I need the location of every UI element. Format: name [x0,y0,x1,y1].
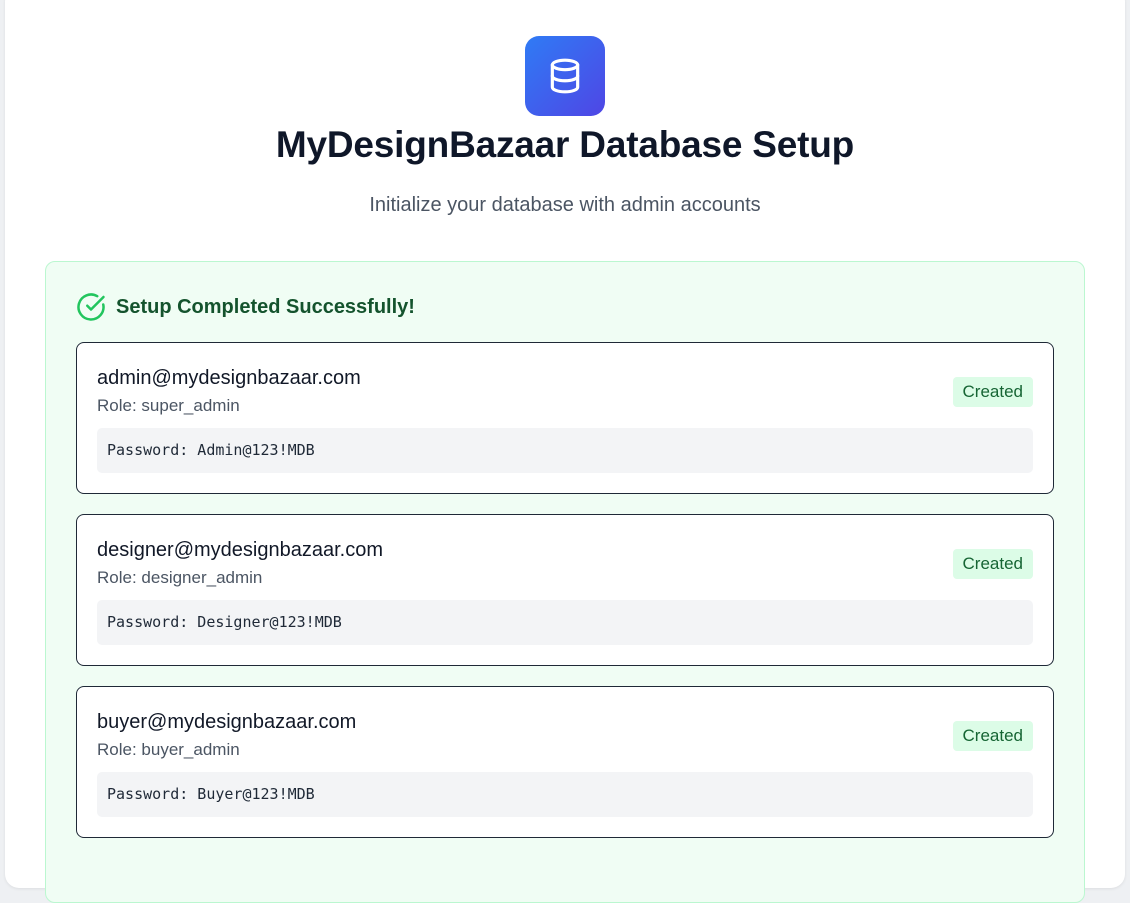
password-display: Password: Buyer@123!MDB [97,772,1033,817]
setup-page: MyDesignBazaar Database Setup Initialize… [5,0,1125,903]
password-display: Password: Admin@123!MDB [97,428,1033,473]
setup-result-panel: Setup Completed Successfully! admin@myde… [45,261,1085,903]
page-title: MyDesignBazaar Database Setup [275,124,855,165]
account-email: designer@mydesignbazaar.com [97,539,384,561]
account-card-admin: admin@mydesignbazaar.com Role: super_adm… [76,342,1054,494]
app-logo [525,36,605,116]
account-card-buyer: buyer@mydesignbazaar.com Role: buyer_adm… [76,686,1054,838]
account-role: Role: designer_admin [97,568,263,587]
database-icon [550,58,580,94]
status-badge: Created [952,721,1033,751]
account-email: buyer@mydesignbazaar.com [97,711,357,733]
check-circle-icon [77,293,105,321]
success-title: Setup Completed Successfully! [116,295,415,318]
status-badge: Created [952,549,1033,579]
account-role: Role: super_admin [97,396,240,415]
account-role: Role: buyer_admin [97,740,240,759]
password-display: Password: Designer@123!MDB [97,600,1033,645]
page-subtitle: Initialize your database with admin acco… [369,194,761,216]
account-email: admin@mydesignbazaar.com [97,367,361,389]
account-card-designer: designer@mydesignbazaar.com Role: design… [76,514,1054,666]
status-badge: Created [952,377,1033,407]
success-header: Setup Completed Successfully! [76,292,415,322]
